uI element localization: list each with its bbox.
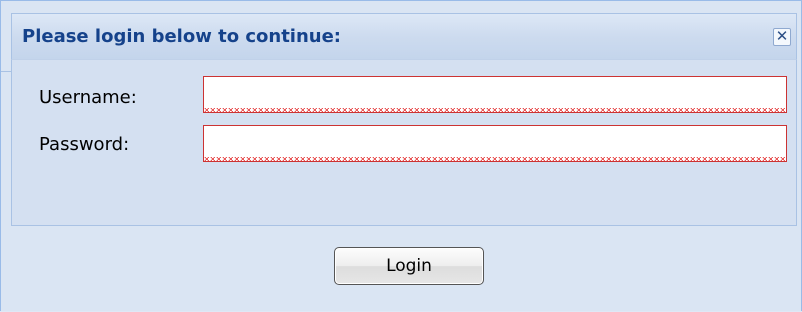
close-icon: ✕ [775,27,789,45]
dialog-header: Please login below to continue: ✕ [11,13,797,59]
close-button[interactable]: ✕ [773,28,791,46]
login-button[interactable]: Login [334,247,484,285]
username-label: Username: [39,87,137,108]
dialog-edge-divider [1,71,11,72]
username-input[interactable] [203,76,787,113]
login-dialog: Please login below to continue: ✕ Userna… [0,0,802,311]
dialog-footer: Login [11,226,797,312]
login-form: Username: Password: [11,59,797,226]
password-label: Password: [39,134,130,155]
dialog-title: Please login below to continue: [22,26,341,47]
password-input[interactable] [203,125,787,162]
